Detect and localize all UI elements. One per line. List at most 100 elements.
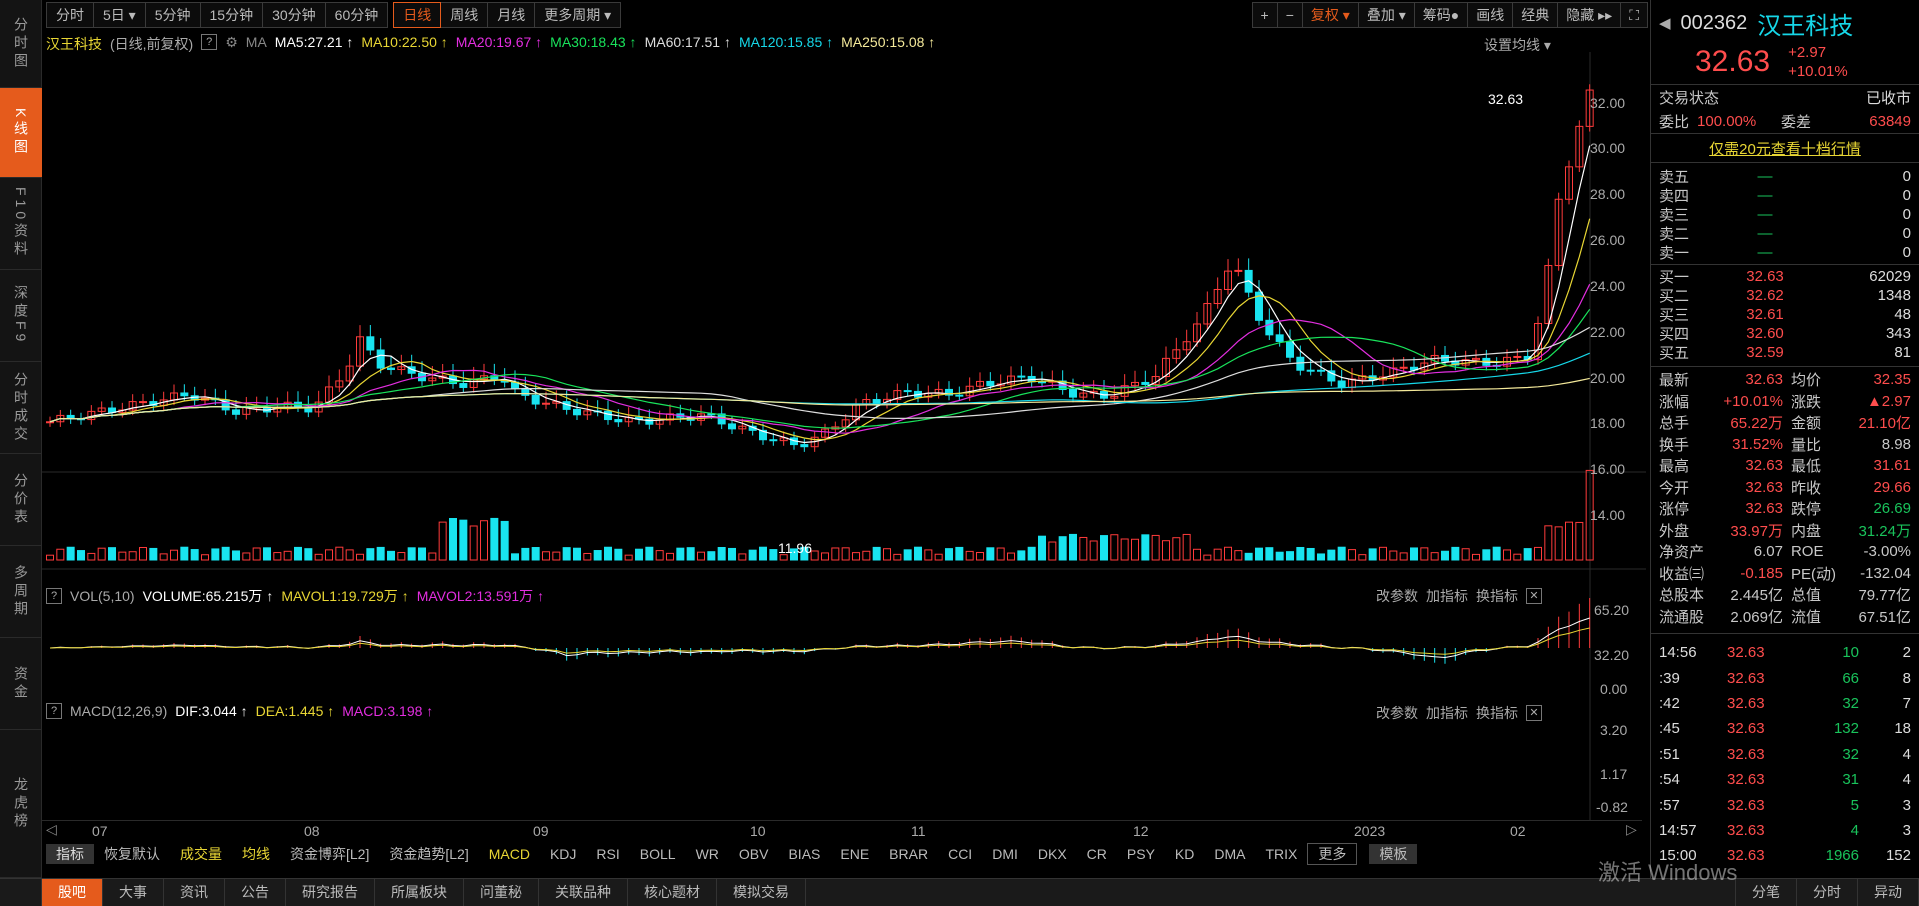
tab-research[interactable]: 研究报告: [286, 879, 375, 906]
price-tick: 18.00: [1590, 415, 1626, 431]
indicator-btn[interactable]: DKX: [1028, 846, 1077, 862]
indicator-btn[interactable]: 成交量: [170, 844, 232, 864]
nav-f10[interactable]: F10资料: [0, 178, 42, 270]
tab-15min[interactable]: 15分钟: [199, 2, 264, 28]
tab-core-topics[interactable]: 核心题材: [628, 879, 717, 906]
tab-news[interactable]: 资讯: [164, 879, 225, 906]
promo-link[interactable]: 仅需20元查看十档行情: [1651, 134, 1919, 162]
volume-bar: [77, 550, 85, 561]
candle-body: [986, 380, 995, 387]
classic-button[interactable]: 经典: [1512, 2, 1559, 28]
tab-60min[interactable]: 60分钟: [324, 2, 389, 28]
tab-intraday[interactable]: 分时: [1797, 879, 1858, 906]
indicator-btn[interactable]: RSI: [586, 846, 629, 862]
nav-depth[interactable]: 深度F9: [0, 270, 42, 362]
x-tick: 07: [92, 823, 108, 839]
indicator-btn[interactable]: 资金博弈[L2]: [280, 844, 379, 864]
volume-bar: [748, 549, 757, 561]
indicator-btn[interactable]: TRIX: [1256, 846, 1308, 862]
volume-value: VOLUME:65.215万 ↑: [142, 588, 274, 604]
tab-sim-trading[interactable]: 模拟交易: [717, 879, 806, 906]
add-indicator-button[interactable]: 加指标: [1426, 703, 1468, 723]
tab-related[interactable]: 关联品种: [539, 879, 628, 906]
tick-row: :54 32.63 31 4: [1659, 771, 1911, 789]
tab-guba[interactable]: 股吧: [42, 879, 103, 906]
indicator-btn[interactable]: 恢复默认: [94, 844, 170, 864]
volume-bar: [955, 546, 964, 561]
tab-more-periods[interactable]: 更多周期 ▾: [534, 2, 622, 28]
overlay-button[interactable]: 叠加 ▾: [1357, 2, 1415, 28]
indicator-btn[interactable]: BRAR: [879, 846, 938, 862]
indicator-btn[interactable]: 指标: [46, 844, 94, 864]
more-indicators-button[interactable]: 更多: [1307, 843, 1358, 865]
nav-kline[interactable]: K线图: [0, 88, 42, 178]
nav-capital[interactable]: 资金: [0, 638, 42, 730]
help-icon[interactable]: ?: [201, 34, 218, 50]
help-icon[interactable]: ?: [46, 588, 62, 604]
volume-bar: [159, 553, 168, 561]
zoom-out-button[interactable]: −: [1276, 2, 1303, 28]
tab-daily[interactable]: 日线: [393, 2, 442, 28]
volume-bar: [1554, 526, 1563, 561]
volume-bar: [1544, 525, 1553, 561]
indicator-btn[interactable]: DMI: [982, 846, 1028, 862]
candle-body: [800, 444, 809, 448]
indicator-btn[interactable]: WR: [686, 846, 729, 862]
indicator-btn[interactable]: 资金趋势[L2]: [379, 844, 478, 864]
nav-fenshi[interactable]: 分时图: [0, 0, 42, 88]
tab-5min[interactable]: 5分钟: [144, 2, 201, 28]
volume-bar: [635, 548, 643, 561]
tab-ticks[interactable]: 分笔: [1735, 879, 1797, 906]
tab-fenshi[interactable]: 分时: [46, 2, 94, 28]
tab-sectors[interactable]: 所属板块: [375, 879, 464, 906]
nav-multiperiod[interactable]: 多周期: [0, 546, 42, 638]
indicator-btn[interactable]: DMA: [1204, 846, 1255, 862]
indicator-btn[interactable]: PSY: [1117, 846, 1165, 862]
tab-weekly[interactable]: 周线: [440, 2, 489, 28]
tab-ask-secretary[interactable]: 问董秘: [464, 879, 539, 906]
swap-indicator-button[interactable]: 换指标: [1476, 586, 1518, 606]
zoom-in-button[interactable]: +: [1251, 2, 1278, 28]
scroll-right-icon[interactable]: ▷: [1626, 821, 1637, 838]
tab-monthly[interactable]: 月线: [487, 2, 536, 28]
add-indicator-button[interactable]: 加指标: [1426, 586, 1468, 606]
edit-params-button[interactable]: 改参数: [1376, 703, 1418, 723]
tab-events[interactable]: 大事: [103, 879, 164, 906]
close-icon[interactable]: ✕: [1526, 705, 1542, 721]
swap-indicator-button[interactable]: 换指标: [1476, 703, 1518, 723]
volume-bar: [356, 553, 364, 561]
indicator-btn[interactable]: MACD: [479, 846, 540, 862]
volume-bar: [1058, 536, 1067, 561]
edit-params-button[interactable]: 改参数: [1376, 586, 1418, 606]
nav-lhb[interactable]: 龙虎榜: [0, 730, 42, 878]
indicator-btn[interactable]: CCI: [938, 846, 982, 862]
indicator-btn[interactable]: KDJ: [540, 846, 586, 862]
tab-announcements[interactable]: 公告: [225, 879, 286, 906]
template-button[interactable]: 模板: [1369, 844, 1418, 864]
indicator-btn[interactable]: OBV: [729, 846, 779, 862]
tab-alerts[interactable]: 异动: [1858, 879, 1919, 906]
volume-bar: [1275, 551, 1284, 561]
tab-30min[interactable]: 30分钟: [262, 2, 326, 28]
scroll-left-icon[interactable]: ◁: [46, 821, 57, 838]
close-icon[interactable]: ✕: [1526, 588, 1542, 604]
tab-5day[interactable]: 5日 ▾: [93, 2, 146, 28]
draw-button[interactable]: 画线: [1467, 2, 1514, 28]
indicator-btn[interactable]: CR: [1077, 846, 1117, 862]
fullscreen-icon[interactable]: ⛶: [1620, 2, 1648, 28]
help-icon[interactable]: ?: [46, 703, 62, 719]
gear-icon[interactable]: ⚙: [225, 34, 238, 54]
volume-bar: [1358, 554, 1367, 561]
indicator-btn[interactable]: 均线: [232, 844, 280, 864]
nav-trades[interactable]: 分时成交: [0, 362, 42, 454]
price-change-pct: +10.01%: [1788, 63, 1848, 80]
chips-button[interactable]: 筹码●: [1413, 2, 1469, 28]
fuquan-button[interactable]: 复权 ▾: [1301, 2, 1359, 28]
nav-pricetable[interactable]: 分价表: [0, 454, 42, 546]
indicator-btn[interactable]: BIAS: [778, 846, 830, 862]
indicator-btn[interactable]: BOLL: [630, 846, 686, 862]
indicator-btn[interactable]: ENE: [830, 846, 879, 862]
hide-button[interactable]: 隐藏 ▸▸: [1557, 2, 1622, 28]
indicator-btn[interactable]: KD: [1165, 846, 1204, 862]
collapse-icon[interactable]: ◀: [1659, 14, 1671, 32]
